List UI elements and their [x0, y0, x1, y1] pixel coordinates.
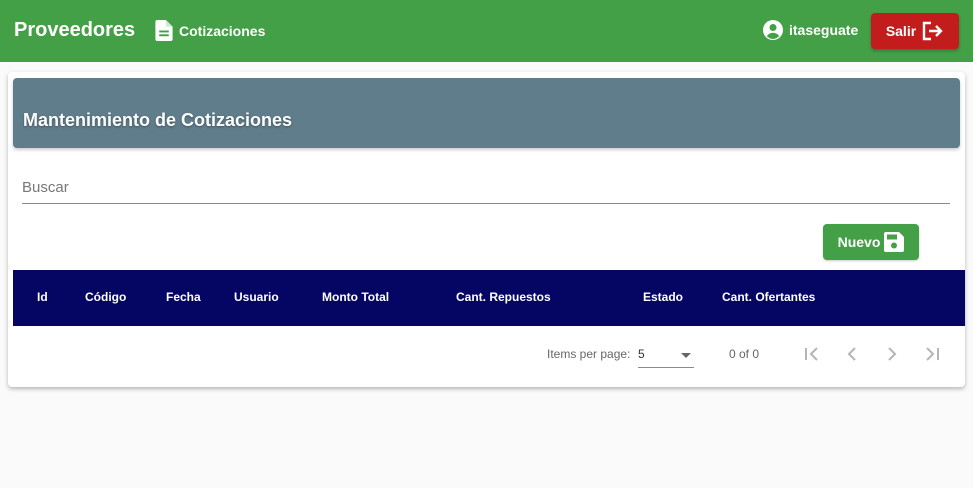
- next-page-icon[interactable]: [880, 342, 904, 366]
- search-input[interactable]: [22, 172, 950, 204]
- main-card: Mantenimiento de Cotizaciones Nuevo Id C…: [8, 72, 965, 387]
- nav-link-label: Cotizaciones: [179, 22, 266, 39]
- last-page-icon[interactable]: [920, 342, 944, 366]
- column-header-fecha[interactable]: Fecha: [166, 290, 201, 304]
- page-title: Mantenimiento de Cotizaciones: [23, 110, 293, 130]
- column-header-codigo[interactable]: Código: [85, 290, 126, 304]
- column-header-monto-total[interactable]: Monto Total: [322, 290, 389, 304]
- user-indicator: itaseguate: [763, 20, 858, 40]
- column-header-estado[interactable]: Estado: [643, 290, 683, 304]
- nav-link-cotizaciones[interactable]: Cotizaciones: [155, 20, 265, 41]
- logout-label: Salir: [885, 23, 917, 39]
- column-header-usuario[interactable]: Usuario: [234, 290, 279, 304]
- column-header-cant-ofertantes[interactable]: Cant. Ofertantes: [722, 290, 815, 304]
- column-header-cant-repuestos[interactable]: Cant. Repuestos: [456, 290, 551, 304]
- username: itaseguate: [789, 22, 859, 38]
- save-icon: [884, 232, 905, 252]
- document-icon: [155, 20, 173, 41]
- table-header: Id Código Fecha Usuario Monto Total Cant…: [13, 270, 965, 326]
- first-page-icon[interactable]: [800, 342, 824, 366]
- logout-icon: [922, 21, 943, 41]
- page-range-label: 0 of 0: [729, 347, 760, 361]
- items-per-page-select[interactable]: 5: [638, 344, 694, 368]
- paginator: Items per page: 5 0 of 0: [8, 334, 965, 374]
- new-button[interactable]: Nuevo: [823, 224, 919, 260]
- card-header: Mantenimiento de Cotizaciones: [13, 78, 960, 148]
- column-header-id[interactable]: Id: [37, 290, 48, 304]
- logout-button[interactable]: Salir: [871, 13, 959, 49]
- new-button-label: Nuevo: [837, 234, 881, 250]
- account-circle-icon: [763, 20, 783, 40]
- previous-page-icon[interactable]: [840, 342, 864, 366]
- top-toolbar: Proveedores Cotizaciones itaseguate Sali…: [0, 0, 973, 62]
- items-per-page-label: Items per page:: [547, 347, 631, 361]
- app-brand: Proveedores: [14, 19, 136, 41]
- items-per-page-value: 5: [638, 347, 645, 361]
- dropdown-arrow-icon: [681, 353, 691, 358]
